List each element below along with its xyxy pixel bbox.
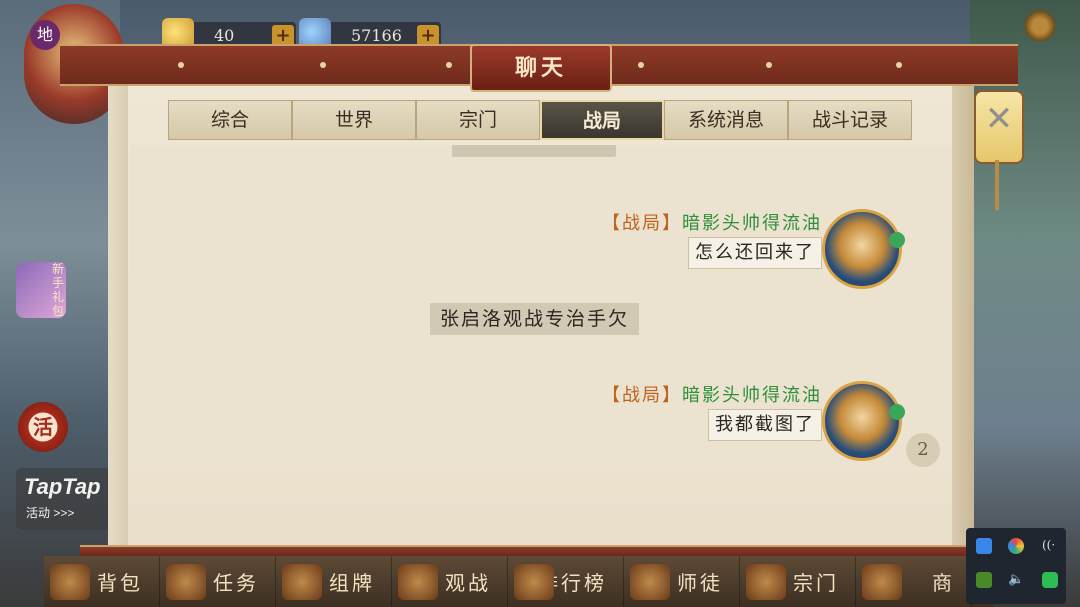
taptap-button[interactable]: TapTap 活动 >>> <box>16 468 112 530</box>
tab-system[interactable]: 系统消息 <box>664 100 788 140</box>
nav-leaderboard[interactable]: 排行榜 <box>508 556 624 607</box>
titlebar-rivet <box>638 62 644 68</box>
gear-icon[interactable] <box>1022 8 1058 44</box>
chat-message-list[interactable]: 【战局】暗影头帅得流油 怎么还回来了 张启洛观战专治手欠 【战局】暗影头帅得流油… <box>130 145 952 473</box>
nav-mentor[interactable]: 师徒 <box>624 556 740 607</box>
sender-name[interactable]: 暗影头帅得流油 <box>682 213 822 234</box>
nav-bag[interactable]: 背包 <box>44 556 160 607</box>
browser-icon[interactable] <box>1008 538 1024 554</box>
titlebar-rivet <box>320 62 326 68</box>
message-bubble: 我都截图了 <box>708 409 822 441</box>
message-bubble: 怎么还回来了 <box>688 237 822 269</box>
taptap-logo: TapTap <box>24 474 101 499</box>
nav-label: 商 <box>932 571 955 595</box>
system-tray: ((· 🔈 <box>966 528 1066 604</box>
page-title: 聊天 <box>470 44 612 92</box>
channel-tabs: 综合 世界 宗门 战局 系统消息 战斗记录 <box>168 100 912 140</box>
wifi-icon[interactable]: ((· <box>1042 538 1058 554</box>
nav-label: 观战 <box>445 571 491 595</box>
unread-count-badge[interactable]: 2 <box>906 433 940 467</box>
tab-battle[interactable]: 战局 <box>540 100 664 140</box>
tab-world[interactable]: 世界 <box>292 100 416 140</box>
titlebar-rivet <box>446 62 452 68</box>
app-icon[interactable] <box>976 538 992 554</box>
system-message: 张启洛观战专治手欠 <box>430 303 640 335</box>
nav-label: 宗门 <box>793 571 839 595</box>
nav-spectate[interactable]: 观战 <box>392 556 508 607</box>
sender-avatar[interactable] <box>822 209 905 289</box>
nav-label: 组牌 <box>329 571 375 595</box>
nav-shop[interactable]: 商 <box>856 556 972 607</box>
nav-label: 背包 <box>97 571 143 595</box>
titlebar-rivet <box>896 62 902 68</box>
tab-general[interactable]: 综合 <box>168 100 292 140</box>
tab-sect[interactable]: 宗门 <box>416 100 540 140</box>
mentor-icon <box>630 564 670 600</box>
nav-deck[interactable]: 组牌 <box>276 556 392 607</box>
channel-tag: 【战局】 <box>602 213 682 234</box>
lantern-tassel <box>995 160 999 210</box>
wechat-icon[interactable] <box>1042 572 1058 588</box>
nav-tasks[interactable]: 任务 <box>160 556 276 607</box>
tab-battle-log[interactable]: 战斗记录 <box>788 100 912 140</box>
volume-icon[interactable]: 🔈 <box>1008 572 1024 588</box>
spectate-icon <box>398 564 438 600</box>
bag-icon <box>50 564 90 600</box>
sect-icon <box>746 564 786 600</box>
avatar-badge: 地 <box>30 20 60 50</box>
leaderboard-icon <box>514 564 554 600</box>
newbie-gift-label: 新手礼包 <box>52 262 65 318</box>
gpu-icon[interactable] <box>976 572 992 588</box>
message-header: 【战局】暗影头帅得流油 <box>602 209 822 235</box>
cards-icon <box>282 564 322 600</box>
bottom-nav: 背包 任务 组牌 观战 排行榜 师徒 宗门 商 <box>44 556 994 607</box>
panel-rail-left <box>108 70 128 550</box>
nav-label: 师徒 <box>677 571 723 595</box>
sender-name[interactable]: 暗影头帅得流油 <box>682 385 822 406</box>
panel-rail-right <box>952 70 974 550</box>
titlebar-rivet <box>766 62 772 68</box>
titlebar-rivet <box>178 62 184 68</box>
channel-tag: 【战局】 <box>602 385 682 406</box>
nav-label: 任务 <box>213 571 259 595</box>
system-message-partial <box>452 145 616 157</box>
close-button[interactable]: ✕ <box>974 90 1024 164</box>
message-header: 【战局】暗影头帅得流油 <box>602 381 822 407</box>
nav-sect[interactable]: 宗门 <box>740 556 856 607</box>
scroll-icon <box>166 564 206 600</box>
taptap-sublabel: 活动 >>> <box>26 506 75 520</box>
activity-button[interactable]: 活 <box>18 402 68 452</box>
close-icon: ✕ <box>984 99 1014 139</box>
sender-avatar[interactable] <box>822 381 905 461</box>
shop-icon <box>862 564 902 600</box>
